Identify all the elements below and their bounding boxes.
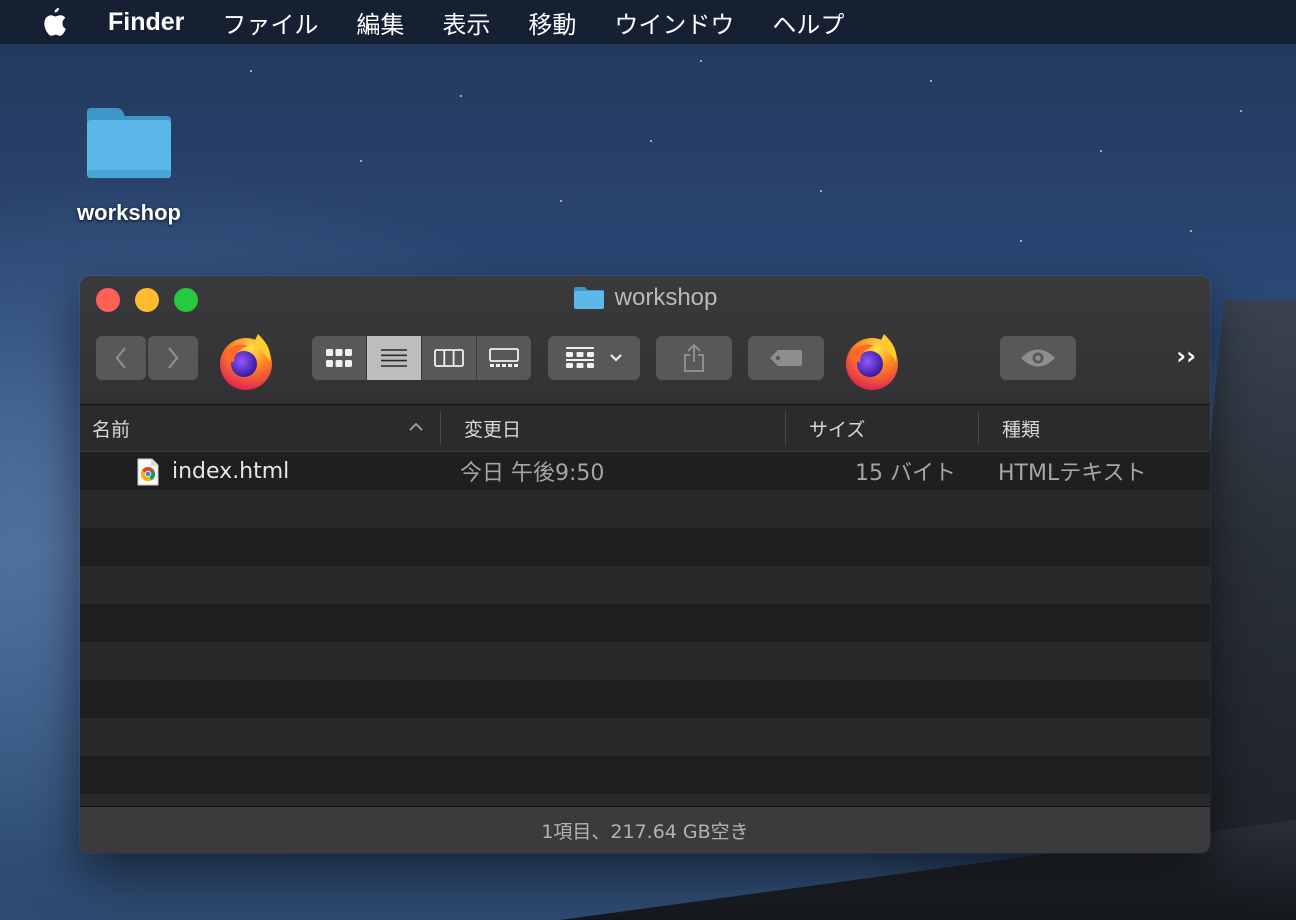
desktop-folder-label: workshop — [77, 200, 181, 225]
column-divider[interactable] — [978, 411, 979, 445]
grid-icon — [326, 349, 352, 367]
column-size-label: サイズ — [809, 418, 866, 441]
chevron-right-icon — [168, 347, 179, 369]
chevron-down-icon — [610, 354, 622, 362]
empty-row — [80, 718, 1210, 756]
empty-row — [80, 756, 1210, 794]
file-modified: 今日 午後9:50 — [460, 461, 605, 486]
column-kind[interactable]: 種類 — [1002, 405, 1040, 451]
column-divider[interactable] — [785, 411, 786, 445]
empty-row — [80, 528, 1210, 566]
html-file-icon — [137, 458, 159, 486]
window-title: workshop — [80, 284, 1210, 312]
gallery-view-button[interactable] — [477, 336, 531, 380]
column-name[interactable]: 名前 — [92, 405, 130, 451]
menu-edit[interactable]: 編集 — [356, 5, 404, 40]
view-mode-control — [312, 336, 531, 380]
share-button[interactable] — [656, 336, 732, 380]
gallery-icon — [489, 348, 519, 367]
back-button[interactable] — [96, 336, 146, 380]
column-header: 名前 変更日 サイズ 種類 — [80, 405, 1210, 452]
forward-button[interactable] — [148, 336, 198, 380]
column-kind-label: 種類 — [1002, 418, 1041, 441]
folder-icon — [87, 108, 171, 178]
group-icon — [566, 347, 594, 368]
menu-go[interactable]: 移動 — [528, 5, 576, 40]
column-name-label: 名前 — [92, 418, 131, 441]
status-text: 1項目、217.64 GB空き — [541, 820, 749, 843]
tag-icon — [770, 350, 802, 366]
empty-row — [80, 490, 1210, 528]
quick-look-button[interactable] — [1000, 336, 1076, 380]
toolbar: ›› — [96, 334, 1210, 390]
menu-window[interactable]: ウインドウ — [614, 5, 734, 40]
column-view-button[interactable] — [422, 336, 477, 380]
menu-bar: Finder ファイル 編集 表示 移動 ウインドウ ヘルプ — [0, 0, 1296, 44]
share-icon — [684, 343, 704, 372]
file-list: index.html 今日 午後9:50 15 バイト HTMLテキスト — [80, 452, 1210, 806]
file-size: 15 バイト — [855, 461, 956, 486]
menu-app-name[interactable]: Finder — [108, 8, 184, 37]
tag-button[interactable] — [748, 336, 824, 380]
chevron-left-icon — [115, 347, 126, 369]
column-modified-label: 変更日 — [464, 418, 522, 441]
apple-icon[interactable] — [40, 6, 70, 38]
firefox-icon[interactable] — [840, 328, 904, 392]
menu-file[interactable]: ファイル — [222, 5, 318, 40]
folder-icon — [573, 287, 604, 309]
empty-row — [80, 604, 1210, 642]
column-divider[interactable] — [440, 411, 441, 445]
file-name: index.html — [172, 458, 290, 484]
empty-row — [80, 566, 1210, 604]
columns-icon — [434, 349, 464, 367]
file-row[interactable]: index.html 今日 午後9:50 15 バイト HTMLテキスト — [80, 452, 1210, 490]
window-title-text: workshop — [614, 284, 718, 311]
menu-view[interactable]: 表示 — [442, 5, 490, 40]
empty-row — [80, 642, 1210, 680]
list-icon — [381, 349, 407, 367]
finder-window: workshop ›› 名前 変更日 サイズ 種類 index.html 今日 … — [80, 276, 1210, 853]
menu-help[interactable]: ヘルプ — [772, 5, 844, 40]
eye-icon — [1021, 349, 1055, 367]
empty-row — [80, 794, 1210, 806]
sort-ascending-icon — [409, 422, 423, 431]
column-size[interactable]: サイズ — [809, 405, 865, 451]
icon-view-button[interactable] — [312, 336, 367, 380]
file-kind: HTMLテキスト — [998, 461, 1147, 486]
column-modified[interactable]: 変更日 — [464, 405, 521, 451]
window-titlebar: workshop ›› — [80, 276, 1210, 405]
toolbar-overflow-icon[interactable]: ›› — [1176, 342, 1196, 370]
status-bar: 1項目、217.64 GB空き — [80, 806, 1210, 853]
firefox-icon[interactable] — [214, 328, 278, 392]
empty-row — [80, 680, 1210, 718]
list-view-button[interactable] — [367, 336, 422, 380]
group-by-button[interactable] — [548, 336, 640, 380]
desktop-folder-workshop[interactable]: workshop — [70, 104, 188, 226]
